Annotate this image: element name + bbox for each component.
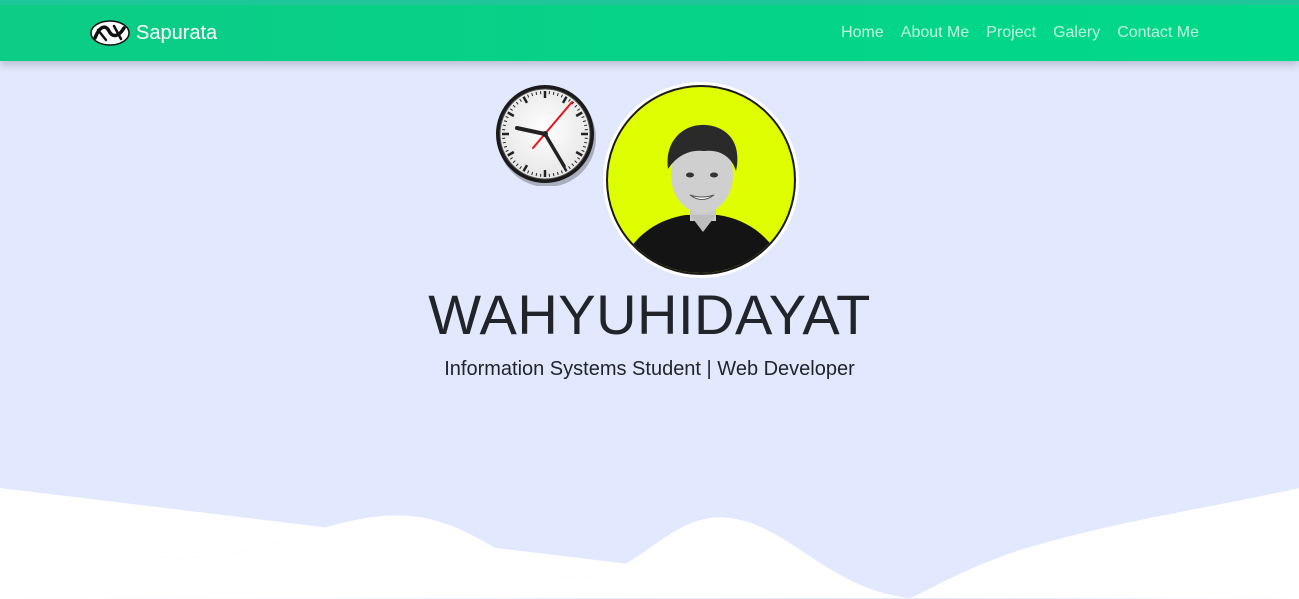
brand-logo-icon — [90, 20, 130, 46]
hero-name: WAHYUHIDAYAT — [428, 283, 871, 346]
nav-links: Home About Me Project Galery Contact Me — [841, 5, 1199, 61]
nav-link-galery[interactable]: Galery — [1053, 24, 1100, 42]
wave-divider — [0, 488, 1299, 599]
navbar: Sapurata Home About Me Project Galery Co… — [0, 0, 1299, 61]
nav-link-home[interactable]: Home — [841, 24, 884, 42]
hero-subtitle: Information Systems Student | Web Develo… — [444, 358, 855, 380]
profile-avatar — [603, 82, 799, 278]
profile-photo — [606, 85, 796, 275]
analog-clock-icon — [494, 82, 598, 187]
nav-link-contact-me[interactable]: Contact Me — [1117, 24, 1199, 42]
brand-name: Sapurata — [136, 21, 218, 44]
nav-link-about-me[interactable]: About Me — [901, 24, 969, 42]
navbar-brand[interactable]: Sapurata — [90, 17, 217, 49]
nav-link-project[interactable]: Project — [986, 24, 1036, 42]
